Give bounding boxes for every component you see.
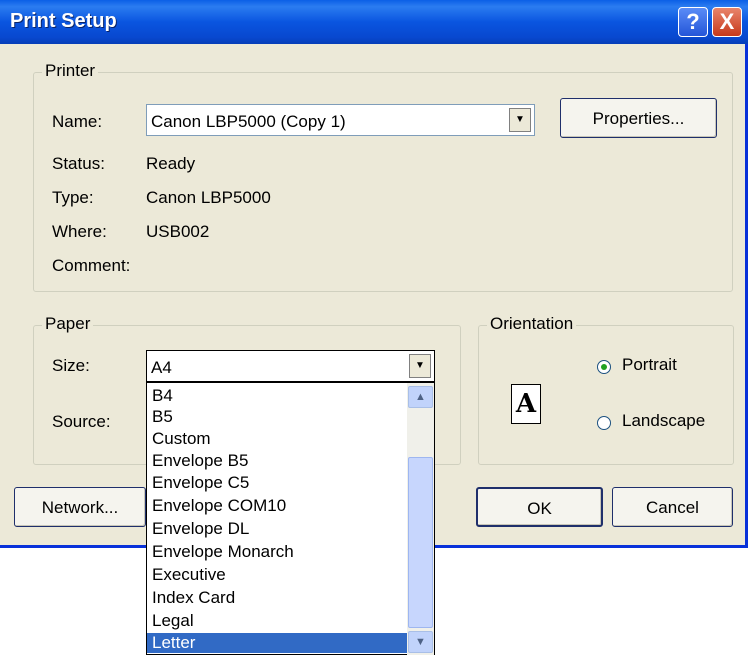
portrait-page-icon: A — [511, 384, 541, 424]
scroll-thumb[interactable] — [408, 457, 433, 628]
size-option-custom[interactable]: Custom — [147, 429, 407, 449]
portrait-radio[interactable] — [597, 360, 611, 374]
scroll-down-icon[interactable]: ▼ — [408, 631, 433, 653]
printer-group-label: Printer — [42, 61, 99, 81]
paper-size-select[interactable]: A4 ▼ — [146, 350, 435, 382]
name-label: Name: — [52, 112, 103, 131]
where-value: USB002 — [146, 222, 210, 241]
where-label: Where: — [52, 222, 107, 241]
scroll-up-icon[interactable]: ▲ — [408, 386, 433, 408]
portrait-label[interactable]: Portrait — [622, 355, 677, 375]
size-option-envelope-com10[interactable]: Envelope COM10 — [147, 496, 407, 516]
landscape-radio[interactable] — [597, 416, 611, 430]
ok-button[interactable]: OK — [476, 487, 603, 527]
status-label: Status: — [52, 154, 105, 173]
help-button[interactable]: ? — [678, 7, 708, 37]
size-option-index-card[interactable]: Index Card — [147, 588, 407, 608]
status-value: Ready — [146, 154, 196, 173]
size-option-legal[interactable]: Legal — [147, 611, 407, 631]
orientation-group-label: Orientation — [487, 314, 577, 334]
size-option-executive[interactable]: Executive — [147, 565, 407, 585]
landscape-label[interactable]: Landscape — [622, 411, 705, 431]
paper-size-dropdown-list[interactable]: B4 B5 Custom Envelope B5 Envelope C5 Env… — [146, 382, 435, 655]
comment-label: Comment: — [52, 256, 131, 275]
printer-name-select[interactable]: Canon LBP5000 (Copy 1) ▼ — [146, 104, 535, 136]
network-button[interactable]: Network... — [14, 487, 146, 527]
properties-button[interactable]: Properties... — [560, 98, 717, 138]
type-label: Type: — [52, 188, 94, 207]
printer-name-value: Canon LBP5000 (Copy 1) — [151, 112, 346, 131]
size-option-b4[interactable]: B4 — [147, 386, 407, 406]
dialog-title: Print Setup — [10, 10, 117, 32]
type-value: Canon LBP5000 — [146, 188, 271, 207]
paper-size-value: A4 — [151, 358, 172, 377]
size-option-envelope-monarch[interactable]: Envelope Monarch — [147, 542, 407, 562]
source-label: Source: — [52, 412, 111, 431]
size-label: Size: — [52, 356, 90, 375]
size-option-envelope-c5[interactable]: Envelope C5 — [147, 473, 407, 493]
size-option-letter[interactable]: Letter — [147, 633, 407, 653]
size-option-envelope-dl[interactable]: Envelope DL — [147, 519, 407, 539]
dropdown-scrollbar[interactable]: ▲ ▼ — [407, 383, 434, 655]
chevron-down-icon[interactable]: ▼ — [409, 354, 431, 378]
chevron-down-icon[interactable]: ▼ — [509, 108, 531, 132]
close-button[interactable]: X — [712, 7, 742, 37]
paper-group-label: Paper — [42, 314, 94, 334]
size-option-envelope-b5[interactable]: Envelope B5 — [147, 451, 407, 471]
size-option-b5[interactable]: B5 — [147, 407, 407, 427]
cancel-button[interactable]: Cancel — [612, 487, 733, 527]
